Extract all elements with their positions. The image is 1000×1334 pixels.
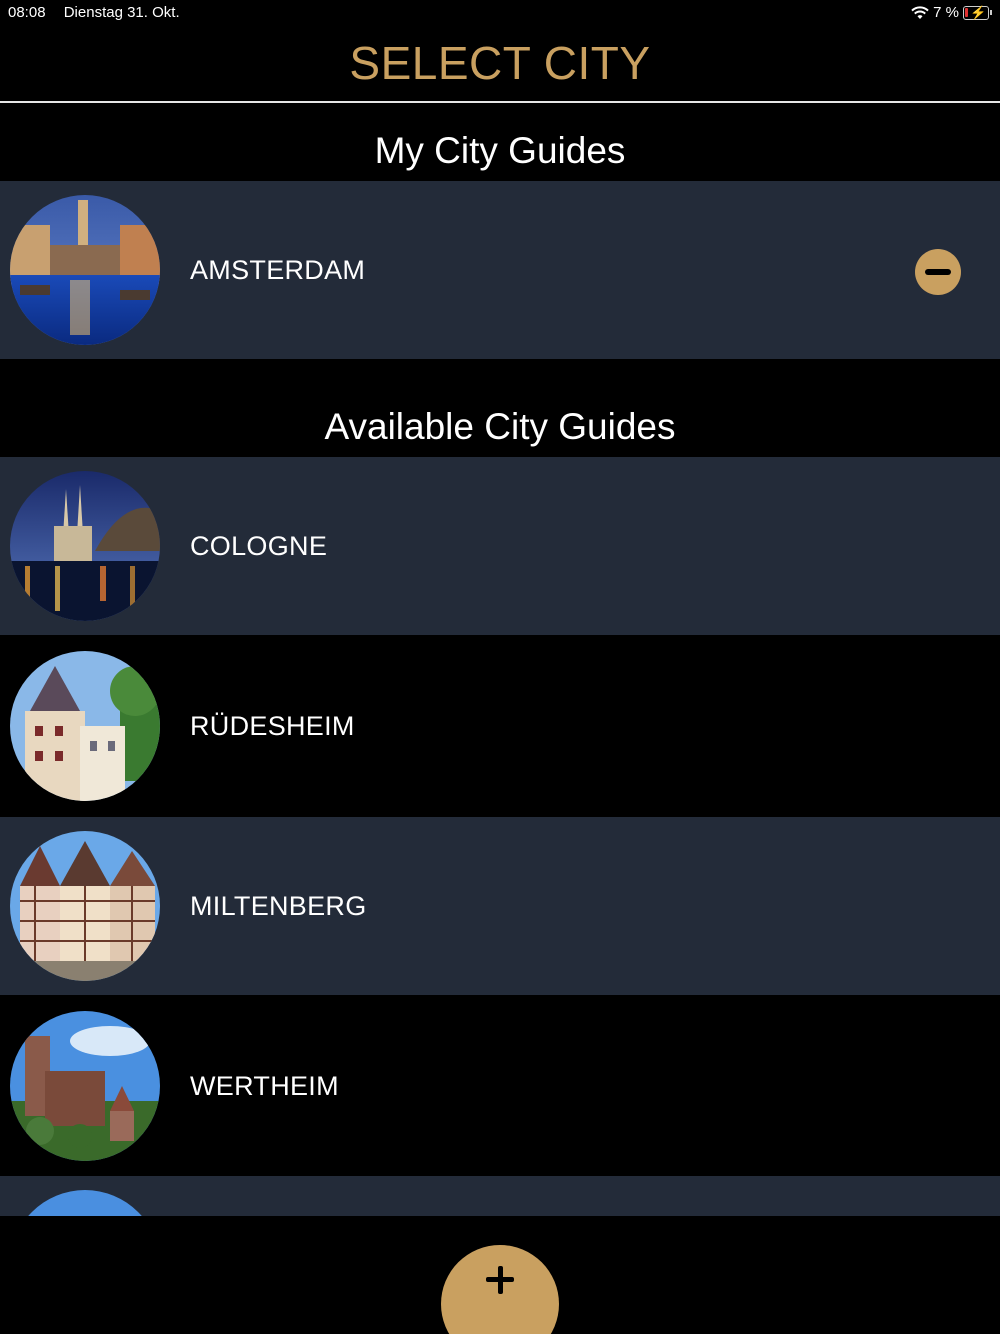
city-row-miltenberg[interactable]: MILTENBERG bbox=[0, 817, 1000, 995]
city-row-partial[interactable] bbox=[0, 1176, 1000, 1216]
city-name: WERTHEIM bbox=[190, 1071, 339, 1101]
city-row-cologne[interactable]: COLOGNE bbox=[0, 457, 1000, 635]
status-date: Dienstag 31. Okt. bbox=[63, 4, 180, 21]
city-thumbnail-wertheim bbox=[10, 1011, 160, 1161]
city-thumbnail-cologne bbox=[10, 471, 160, 621]
city-thumbnail-amsterdam bbox=[10, 195, 160, 345]
add-city-button[interactable] bbox=[441, 1245, 559, 1334]
city-name: MILTENBERG bbox=[190, 891, 367, 921]
status-bar: 08:08 Dienstag 31. Okt. 7 % ⚡ bbox=[0, 0, 1000, 26]
battery-charging-icon: ⚡ bbox=[963, 5, 989, 20]
status-right: 7 % ⚡ bbox=[911, 4, 992, 21]
city-row-rudesheim[interactable]: RÜDESHEIM bbox=[0, 637, 1000, 815]
header: SELECT CITY bbox=[0, 26, 1000, 103]
minus-circle-icon[interactable] bbox=[915, 249, 961, 295]
page-title: SELECT CITY bbox=[349, 37, 651, 89]
city-row-amsterdam[interactable]: AMSTERDAM bbox=[0, 181, 1000, 359]
status-time: 08:08 bbox=[8, 4, 46, 21]
minus-bar bbox=[925, 269, 951, 275]
city-name: COLOGNE bbox=[190, 531, 328, 561]
battery-percent: 7 % bbox=[933, 4, 959, 21]
city-name: AMSTERDAM bbox=[190, 255, 366, 285]
section-title-my-city-guides: My City Guides bbox=[374, 130, 626, 171]
section-title-available-city-guides: Available City Guides bbox=[324, 406, 676, 447]
battery-tip bbox=[990, 10, 992, 15]
city-thumbnail-rudesheim bbox=[10, 651, 160, 801]
status-left: 08:08 Dienstag 31. Okt. bbox=[8, 4, 194, 21]
wifi-icon bbox=[911, 5, 929, 19]
city-name: RÜDESHEIM bbox=[190, 711, 355, 741]
city-thumbnail-miltenberg bbox=[10, 831, 160, 981]
city-thumbnail-partial bbox=[10, 1190, 160, 1216]
city-row-wertheim[interactable]: WERTHEIM bbox=[0, 997, 1000, 1175]
bottom-bar bbox=[0, 1216, 1000, 1334]
